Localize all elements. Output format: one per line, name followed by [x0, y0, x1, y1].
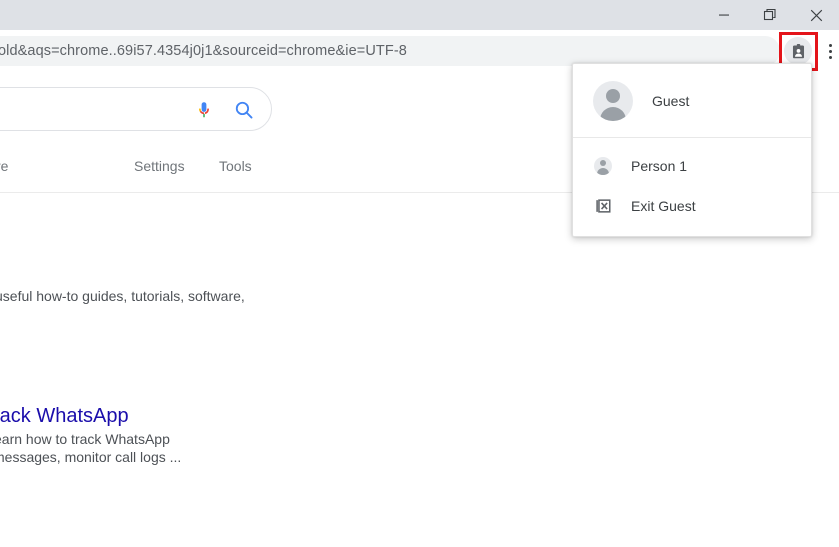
exit-guest-icon: [593, 196, 613, 216]
address-bar-value: old&aqs=chrome..69i57.4354j0j1&sourceid=…: [0, 43, 407, 59]
profile-menu-header-label: Guest: [652, 92, 690, 109]
profile-menu-item-person-1[interactable]: Person 1: [573, 146, 811, 186]
browser-window: old&aqs=chrome..69i57.4354j0j1&sourceid=…: [0, 0, 839, 547]
three-dot-menu-icon: [828, 43, 832, 47]
profile-menu-header[interactable]: Guest: [573, 64, 811, 137]
three-dot-menu-icon: [828, 49, 832, 53]
result-snippet: messages, monitor call logs ...: [0, 449, 182, 465]
result-snippet: earn how to track WhatsApp: [0, 431, 170, 447]
mini-avatar: [594, 157, 612, 175]
search-box-icons: [193, 88, 255, 132]
chrome-menu-button[interactable]: [822, 38, 838, 64]
magnifier-icon[interactable]: [233, 99, 255, 121]
minimize-icon: [719, 14, 729, 16]
minimize-button[interactable]: [701, 0, 747, 30]
profile-menu-item-exit-guest[interactable]: Exit Guest: [573, 186, 811, 226]
address-bar[interactable]: old&aqs=chrome..69i57.4354j0j1&sourceid=…: [0, 36, 780, 66]
restore-button[interactable]: [747, 0, 793, 30]
google-search-box[interactable]: [0, 87, 272, 131]
nav-item-settings[interactable]: Settings: [134, 158, 185, 174]
avatar-head: [606, 88, 620, 103]
title-bar: [0, 0, 839, 30]
close-icon: [810, 9, 822, 21]
guest-profile-button[interactable]: [784, 37, 812, 65]
close-button[interactable]: [793, 0, 839, 30]
avatar-body: [597, 168, 609, 175]
avatar-body: [600, 106, 626, 121]
result-snippet: useful how-to guides, tutorials, softwar…: [0, 288, 245, 304]
result-title-link[interactable]: rack WhatsApp: [0, 403, 129, 429]
three-dot-menu-icon: [828, 55, 832, 59]
guest-avatar-icon: [593, 80, 633, 121]
microphone-icon[interactable]: [193, 98, 215, 122]
guest-badge-icon: [792, 43, 804, 58]
profile-menu-items: Person 1 Exit Guest: [573, 138, 811, 236]
profile-menu-item-label: Person 1: [631, 158, 688, 174]
profile-menu-item-label: Exit Guest: [631, 198, 696, 214]
avatar-head: [600, 160, 606, 166]
nav-item-more[interactable]: re: [0, 158, 8, 174]
restore-icon: [763, 8, 776, 21]
profile-menu-popup: Guest Person 1 Exit Guest: [572, 63, 812, 237]
person-avatar-icon: [593, 156, 613, 176]
nav-item-tools[interactable]: Tools: [219, 158, 252, 174]
